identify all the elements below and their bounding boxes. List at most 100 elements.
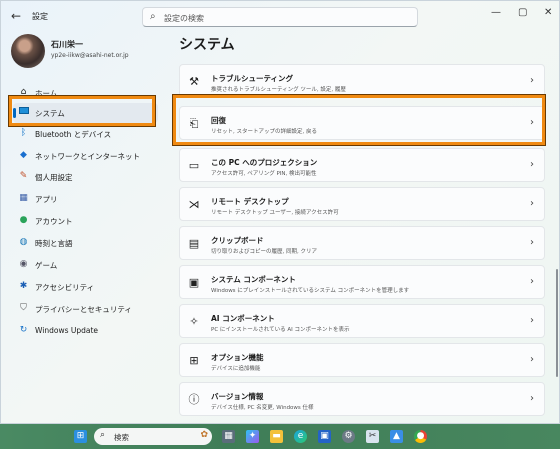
sidebar-item-label: ネットワークとインターネット (35, 152, 140, 161)
sidebar-item-gaming[interactable]: ◉ ゲーム (13, 255, 158, 275)
chevron-right-icon: › (530, 393, 534, 404)
search-icon: ⌕ (100, 430, 106, 440)
close-button[interactable]: ✕ (544, 7, 552, 18)
card-remote-desktop[interactable]: ⋊ リモート デスクトップ リモート デスクトップ ユーザー, 接続アクセス許可… (179, 187, 545, 221)
sidebar-item-label: Windows Update (35, 326, 99, 335)
card-title: この PC へのプロジェクション (211, 158, 318, 167)
card-description: アクセス許可, ペアリング PIN, 検出可能性 (211, 171, 317, 177)
card-title: トラブルシューティング (211, 74, 294, 83)
sidebar-item-label: Bluetooth とデバイス (35, 130, 112, 139)
card-ai-components[interactable]: ✧ AI コンポーネント PC にインストールされている AI コンポーネントを… (179, 304, 545, 338)
sidebar-item-accounts[interactable]: ● アカウント (13, 211, 158, 231)
apps-icon: ▦ (19, 193, 28, 203)
settings-search-input[interactable]: ⌕ 設定の検索 (142, 7, 418, 27)
sidebar-item-label: ゲーム (35, 261, 58, 270)
search-icon: ⌕ (150, 11, 156, 22)
sidebar-item-label: アカウント (35, 217, 73, 226)
sidebar-item-label: プライバシーとセキュリティ (35, 305, 132, 314)
card-description: デバイスに追加機能 (211, 366, 261, 372)
settings-icon[interactable]: ⚙ (342, 430, 355, 443)
taskbar: ⊞ ⌕ 検索 ✿ ▦ ✦ ▬ e ▣ ⚙ ✂ ▲ ● (0, 424, 560, 449)
search-highlight-icon: ✿ (200, 430, 208, 440)
photos-icon[interactable]: ▲ (390, 430, 403, 443)
page-title: システム (179, 37, 235, 53)
card-description: PC にインストールされている AI コンポーネントを表示 (211, 327, 350, 333)
wifi-icon: ◆ (20, 150, 27, 160)
sidebar-item-network[interactable]: ◆ ネットワークとインターネット (13, 146, 158, 166)
back-arrow-icon[interactable]: ← (11, 9, 21, 23)
sidebar-item-label: 時刻と言語 (35, 239, 73, 248)
windows-start-icon[interactable]: ⊞ (74, 430, 87, 443)
card-troubleshoot[interactable]: ⚒ トラブルシューティング 推奨されるトラブルシューティング ツール, 設定, … (179, 64, 545, 98)
system-components-icon: ▣ (188, 276, 200, 289)
snipping-tool-icon[interactable]: ✂ (366, 430, 379, 443)
card-description: リモート デスクトップ ユーザー, 接続アクセス許可 (211, 210, 339, 216)
sidebar-item-label: 個人用設定 (35, 173, 73, 182)
projection-icon: ▭ (188, 159, 200, 172)
chevron-right-icon: › (530, 159, 534, 170)
window-title: 設定 (32, 12, 48, 21)
chevron-right-icon: › (530, 354, 534, 365)
bluetooth-icon: ᛒ (20, 128, 27, 138)
card-description: Windows にプレインストールされているシステム コンポーネントを管理します (211, 288, 410, 294)
sidebar-item-bluetooth[interactable]: ᛒ Bluetooth とデバイス (13, 124, 158, 144)
globe-clock-icon: ◍ (19, 237, 28, 247)
search-placeholder: 設定の検索 (164, 14, 204, 23)
account-icon: ● (19, 215, 28, 225)
chevron-right-icon: › (530, 198, 534, 209)
remote-desktop-icon: ⋊ (188, 198, 200, 211)
card-description: 推奨されるトラブルシューティング ツール, 設定, 履歴 (211, 87, 346, 93)
card-title: オプション機能 (211, 353, 264, 362)
ai-sparkle-icon: ✧ (189, 315, 199, 328)
brush-icon: ✎ (19, 171, 28, 181)
card-optional-features[interactable]: ⊞ オプション機能 デバイスに追加機能 › (179, 343, 545, 377)
title-bar: ← 設定 ⌕ 設定の検索 — ▢ ✕ (1, 1, 559, 33)
gamepad-icon: ◉ (19, 259, 28, 269)
card-title: リモート デスクトップ (211, 197, 289, 206)
chevron-right-icon: › (530, 315, 534, 326)
sidebar-item-label: アプリ (35, 195, 58, 204)
wrench-icon: ⚒ (189, 75, 199, 88)
store-icon[interactable]: ▣ (318, 430, 331, 443)
chevron-right-icon: › (530, 276, 534, 287)
sidebar-item-time-language[interactable]: ◍ 時刻と言語 (13, 233, 158, 253)
sidebar-item-accessibility[interactable]: ✱ アクセシビリティ (13, 277, 158, 297)
update-icon: ↻ (19, 325, 28, 335)
user-name: 石川栄一 (51, 40, 83, 49)
card-clipboard[interactable]: ▤ クリップボード 切り取りおよびコピーの履歴, 同期, クリア › (179, 226, 545, 260)
accessibility-icon: ✱ (19, 281, 28, 291)
card-system-components[interactable]: ▣ システム コンポーネント Windows にプレインストールされているシステ… (179, 265, 545, 299)
settings-window: ← 設定 ⌕ 設定の検索 — ▢ ✕ 石川栄一 yp2e-iikw@asahi-… (0, 0, 560, 424)
sidebar-item-apps[interactable]: ▦ アプリ (13, 189, 158, 209)
file-explorer-icon[interactable]: ▬ (270, 430, 283, 443)
sidebar-item-windows-update[interactable]: ↻ Windows Update (13, 321, 158, 341)
sidebar-item-label: アクセシビリティ (35, 283, 95, 292)
taskbar-search[interactable]: ⌕ 検索 ✿ (94, 428, 212, 445)
minimize-button[interactable]: — (491, 7, 501, 18)
shield-icon: ⛉ (20, 303, 27, 313)
sidebar-item-privacy[interactable]: ⛉ プライバシーとセキュリティ (13, 299, 158, 319)
card-about[interactable]: ⓘ バージョン情報 デバイス仕様, PC 名変更, Windows 仕様 › (179, 382, 545, 416)
sidebar-item-personalization[interactable]: ✎ 個人用設定 (13, 167, 158, 187)
card-description: 切り取りおよびコピーの履歴, 同期, クリア (211, 249, 317, 255)
chrome-icon[interactable]: ● (414, 430, 427, 443)
clipboard-icon: ▤ (188, 237, 200, 250)
scrollbar-thumb[interactable] (556, 269, 558, 377)
edge-icon[interactable]: e (294, 430, 307, 443)
card-title: クリップボード (211, 236, 264, 245)
taskbar-search-label: 検索 (114, 433, 129, 442)
highlight-frame-recovery (173, 95, 545, 145)
card-title: バージョン情報 (211, 392, 264, 401)
user-email: yp2e-iikw@asahi-net.or.jp (51, 52, 129, 59)
chevron-right-icon: › (530, 75, 534, 86)
avatar[interactable] (11, 34, 45, 68)
info-icon: ⓘ (188, 393, 200, 406)
optional-features-icon: ⊞ (189, 354, 199, 367)
widgets-icon[interactable]: ▦ (222, 430, 235, 443)
highlight-frame-system (9, 96, 155, 126)
chevron-right-icon: › (530, 237, 534, 248)
maximize-button[interactable]: ▢ (518, 7, 527, 18)
card-description: デバイス仕様, PC 名変更, Windows 仕様 (211, 405, 314, 411)
card-projection[interactable]: ▭ この PC へのプロジェクション アクセス許可, ペアリング PIN, 検出… (179, 148, 545, 182)
copilot-icon[interactable]: ✦ (246, 430, 259, 443)
